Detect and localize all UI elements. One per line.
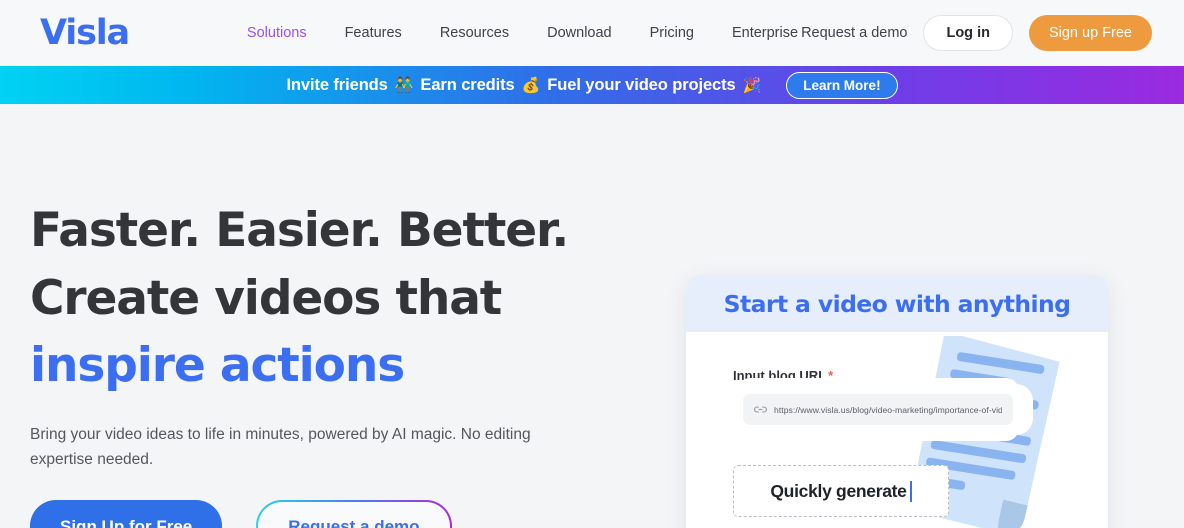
sign-up-for-free-button[interactable]: Sign Up for Free (30, 500, 223, 528)
headline-line-3: inspire actions (30, 338, 405, 394)
blog-url-input[interactable]: https://www.visla.us/blog/video-marketin… (743, 394, 1013, 425)
blog-url-value: https://www.visla.us/blog/video-marketin… (774, 404, 1002, 415)
party-popper-icon: 🎉 (742, 76, 762, 94)
hero-cta-row: Sign Up for Free Request a demo (30, 500, 630, 528)
nav-item-resources[interactable]: Resources (440, 25, 509, 41)
text-cursor (909, 480, 912, 502)
top-navigation-bar: Visla Solutions Features Resources Downl… (0, 0, 1184, 66)
nav-item-enterprise[interactable]: Enterprise (732, 25, 798, 41)
promo-text-earn: Earn credits (420, 75, 515, 94)
headline-line-1: Faster. Easier. Better. (30, 203, 569, 258)
hero-subheadline: Bring your video ideas to life in minute… (30, 426, 531, 469)
promo-banner: Invite friends 👬 Earn credits 💰 Fuel you… (0, 66, 1184, 104)
request-a-demo-button[interactable]: Request a demo (256, 500, 451, 528)
input-blog-url-label: Input blog URL * (733, 368, 833, 383)
page-title: Faster. Easier. Better. Create videos th… (30, 197, 630, 400)
visla-logo[interactable]: Visla (40, 15, 130, 51)
nav-item-download[interactable]: Download (547, 25, 612, 41)
nav-item-features[interactable]: Features (345, 25, 402, 41)
learn-more-button[interactable]: Learn More! (786, 71, 898, 99)
link-icon (754, 406, 767, 413)
nav-item-pricing[interactable]: Pricing (650, 25, 694, 41)
request-demo-link[interactable]: Request a demo (801, 25, 907, 41)
login-button[interactable]: Log in (923, 15, 1013, 51)
main-nav-links: Solutions Features Resources Download Pr… (247, 25, 798, 41)
card-header: Start a video with anything (686, 275, 1108, 332)
required-marker: * (828, 368, 834, 383)
promo-text-fuel: Fuel your video projects (547, 75, 736, 94)
nav-actions: Request a demo Log in Sign up Free (801, 15, 1152, 51)
field-label-text: Input blog URL (733, 368, 827, 383)
money-bag-icon: 💰 (521, 76, 541, 94)
hero-copy-block: Faster. Easier. Better. Create videos th… (30, 197, 630, 528)
headline-line-2: Create videos that (30, 270, 502, 326)
hero-section: Faster. Easier. Better. Create videos th… (0, 104, 1184, 528)
quickly-generate-input[interactable]: Quickly generate (733, 465, 949, 517)
people-holding-hands-icon: 👬 (394, 76, 414, 94)
quickly-generate-text: Quickly generate (770, 480, 907, 501)
start-video-card: Start a video with anything Input blog U… (686, 275, 1108, 528)
signup-free-button[interactable]: Sign up Free (1028, 15, 1152, 51)
promo-text-invite: Invite friends (286, 75, 388, 94)
nav-item-solutions[interactable]: Solutions (247, 25, 307, 41)
card-body: Input blog URL * https://www.visla.us/blo… (686, 332, 1108, 528)
card-title: Start a video with anything (723, 289, 1071, 318)
